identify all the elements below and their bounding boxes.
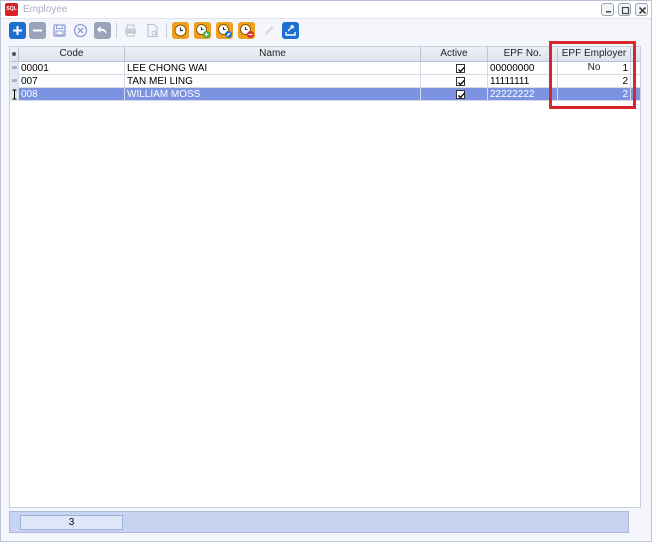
cell-name[interactable]: LEE CHONG WAI <box>125 62 421 75</box>
column-header-active[interactable]: Active <box>421 47 488 62</box>
cell-code[interactable]: 008 <box>19 88 125 101</box>
preview-icon <box>147 23 158 38</box>
cell-code[interactable]: 007 <box>19 75 125 88</box>
column-header-name[interactable]: Name <box>125 47 421 62</box>
cell-epf-no[interactable]: 22222222 <box>488 88 558 101</box>
cancel-button[interactable] <box>72 22 89 39</box>
row-indicator[interactable] <box>10 62 19 75</box>
window-title: Employee <box>23 4 68 15</box>
row-indicator[interactable] <box>10 75 19 88</box>
app-logo-icon: SQL <box>5 3 18 16</box>
cell-active[interactable] <box>421 75 488 88</box>
preview-button[interactable] <box>144 22 161 39</box>
column-header-epf-no[interactable]: EPF No. <box>488 47 558 62</box>
schedule-edit-button[interactable] <box>216 22 233 39</box>
schedule-add-button[interactable] <box>194 22 211 39</box>
pencil-icon <box>265 26 274 35</box>
export-icon <box>285 25 296 36</box>
clock-add-icon <box>196 24 210 38</box>
print-icon <box>125 24 136 37</box>
row-indicator-header[interactable] <box>10 47 19 62</box>
employee-window: SQL Employee Code Name Active EPF No. EP… <box>0 0 652 542</box>
minimize-icon <box>606 11 611 13</box>
table-row[interactable]: 007 TAN MEI LING 11111111 2 <box>10 75 640 88</box>
record-count: 3 <box>20 515 123 530</box>
save-button[interactable] <box>51 22 68 39</box>
schedule-remove-button[interactable] <box>238 22 255 39</box>
add-icon <box>13 26 22 35</box>
add-button[interactable] <box>9 22 26 39</box>
row-indicator[interactable] <box>10 88 19 101</box>
cell-active[interactable] <box>421 88 488 101</box>
column-header-code[interactable]: Code <box>19 47 125 62</box>
grid-header: Code Name Active EPF No. EPF Employer No <box>10 47 640 73</box>
clock-edit-icon <box>218 24 232 38</box>
export-button[interactable] <box>282 22 299 39</box>
table-row[interactable]: 00001 LEE CHONG WAI 00000000 1 <box>10 62 640 75</box>
clock-remove-icon <box>240 24 254 38</box>
checkmark-icon <box>458 79 465 86</box>
minimize-button[interactable] <box>601 3 614 16</box>
column-chooser-icon <box>12 52 16 56</box>
active-checkbox[interactable] <box>456 64 465 73</box>
schedule-button[interactable] <box>172 22 189 39</box>
status-bar: 3 <box>9 511 629 533</box>
checkmark-icon <box>458 92 465 99</box>
maximize-icon <box>621 6 630 15</box>
save-icon <box>53 24 66 37</box>
undo-icon <box>97 26 107 34</box>
cell-name[interactable]: TAN MEI LING <box>125 75 421 88</box>
cell-name[interactable]: WILLIAM MOSS <box>125 88 421 101</box>
highlight-annotation-box <box>549 41 636 109</box>
edit-cursor-icon <box>12 89 17 100</box>
print-button[interactable] <box>122 22 139 39</box>
delete-icon <box>33 29 42 32</box>
close-icon <box>638 6 647 15</box>
active-checkbox[interactable] <box>456 90 465 99</box>
clock-icon <box>174 24 187 37</box>
active-checkbox[interactable] <box>456 77 465 86</box>
employee-grid[interactable]: Code Name Active EPF No. EPF Employer No… <box>9 46 641 508</box>
edit-button[interactable] <box>260 22 277 39</box>
cell-epf-no[interactable]: 00000000 <box>488 62 558 75</box>
cell-code[interactable]: 00001 <box>19 62 125 75</box>
cancel-icon <box>73 23 88 38</box>
toolbar <box>5 21 649 41</box>
checkmark-icon <box>458 66 465 73</box>
cell-active[interactable] <box>421 62 488 75</box>
delete-button[interactable] <box>29 22 46 39</box>
maximize-button[interactable] <box>618 3 631 16</box>
title-bar: SQL Employee <box>1 1 651 19</box>
close-button[interactable] <box>635 3 648 16</box>
undo-button[interactable] <box>94 22 111 39</box>
table-row-selected[interactable]: 008 WILLIAM MOSS 22222222 2 <box>10 88 640 101</box>
cell-epf-no[interactable]: 11111111 <box>488 75 558 88</box>
